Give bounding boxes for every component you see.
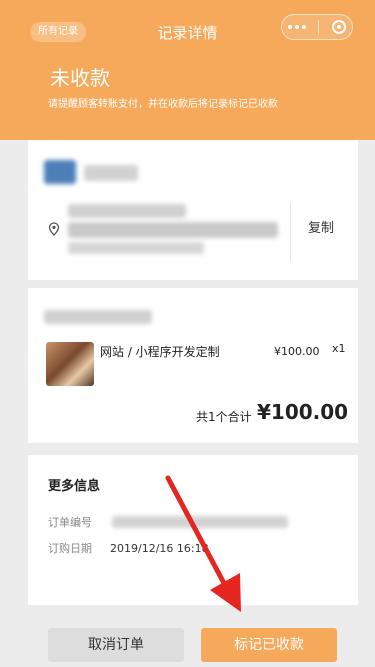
order-number-label: 订单编号 (48, 516, 92, 529)
customer-address-card: 复制 (28, 140, 358, 280)
status-header: 所有记录 记录详情 未收款 请提醒顾客转账支付，并在收款后将记录标记已收款 (0, 0, 375, 140)
address-line-1 (68, 204, 186, 218)
mark-paid-button[interactable]: 标记已收款 (201, 628, 337, 662)
copy-divider (290, 202, 291, 262)
payment-status-title: 未收款 (50, 66, 110, 90)
cancel-order-button[interactable]: 取消订单 (48, 628, 184, 662)
product-thumbnail (46, 342, 94, 386)
capsule-divider (318, 20, 320, 34)
order-date-label: 订购日期 (48, 542, 92, 555)
copy-address-button[interactable]: 复制 (308, 220, 334, 238)
close-ring-icon[interactable] (331, 20, 346, 34)
order-total-value: ¥100.00 (257, 400, 349, 424)
order-date-value: 2019/12/16 16:18 (110, 542, 209, 555)
miniprogram-capsule (281, 14, 353, 40)
order-total-label: 共1个合计 (196, 410, 252, 424)
product-name: 网站 / 小程序开发定制 (100, 345, 220, 359)
address-line-2 (68, 222, 278, 238)
shop-name (44, 310, 152, 324)
customer-avatar (44, 160, 76, 184)
order-number-value (112, 516, 288, 528)
order-items-card: 网站 / 小程序开发定制 ¥100.00 x1 共1个合计 ¥100.00 (28, 288, 358, 443)
customer-name (84, 165, 138, 181)
product-quantity: x1 (332, 342, 346, 355)
more-dots-icon[interactable] (288, 25, 307, 29)
payment-status-hint: 请提醒顾客转账支付，并在收款后将记录标记已收款 (48, 99, 278, 110)
more-info-title: 更多信息 (48, 479, 101, 494)
address-line-3 (68, 242, 204, 254)
product-price: ¥100.00 (274, 345, 320, 358)
more-info-card: 更多信息 订单编号 订购日期 2019/12/16 16:18 (28, 455, 358, 605)
location-pin-icon (48, 222, 60, 236)
